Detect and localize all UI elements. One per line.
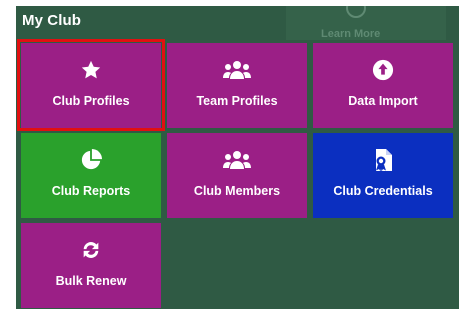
panel-title: My Club xyxy=(22,12,82,29)
club-profiles-label: Club Profiles xyxy=(52,94,130,108)
team-profiles-label: Team Profiles xyxy=(196,94,278,108)
users-icon xyxy=(167,59,307,81)
background-learn-more-link: Learn More xyxy=(321,28,381,40)
star-icon xyxy=(21,59,161,81)
certificate-icon xyxy=(313,149,453,172)
data-import-label: Data Import xyxy=(348,94,418,108)
bulk-renew-tile[interactable]: Bulk Renew xyxy=(21,223,161,308)
club-members-tile[interactable]: Club Members xyxy=(167,133,307,218)
upload-icon xyxy=(313,59,453,81)
bulk-renew-label: Bulk Renew xyxy=(55,274,127,288)
club-reports-tile[interactable]: Club Reports xyxy=(21,133,161,218)
pie-chart-icon xyxy=(21,149,161,171)
refresh-icon xyxy=(21,239,161,261)
club-profiles-tile[interactable]: Club Profiles xyxy=(21,43,161,128)
users-icon xyxy=(167,149,307,171)
club-reports-label: Club Reports xyxy=(51,184,131,198)
club-credentials-label: Club Credentials xyxy=(333,184,433,198)
team-profiles-tile[interactable]: Team Profiles xyxy=(167,43,307,128)
data-import-tile[interactable]: Data Import xyxy=(313,43,453,128)
club-members-label: Club Members xyxy=(193,184,281,198)
club-credentials-tile[interactable]: Club Credentials xyxy=(313,133,453,218)
